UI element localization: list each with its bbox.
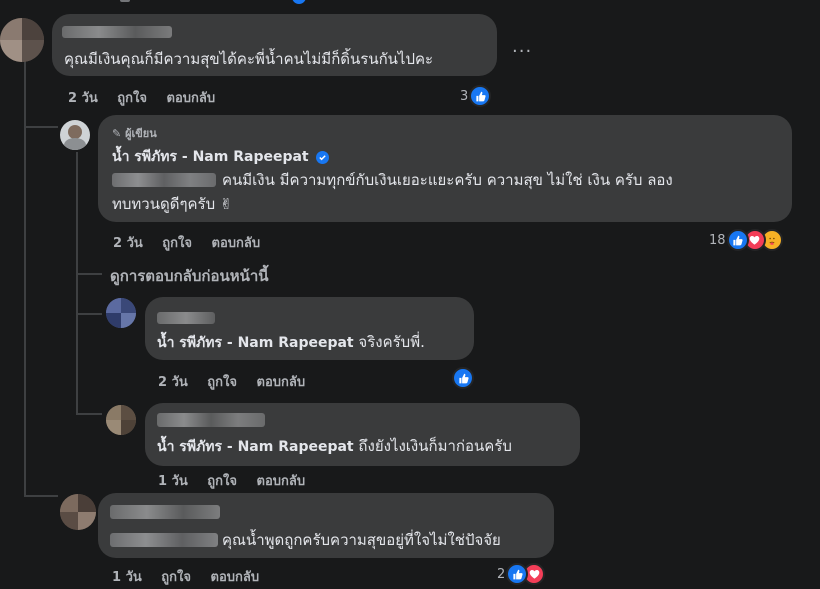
partial-prev-actions — [120, 0, 130, 2]
reply-text: จริงครับพี่. — [358, 333, 425, 351]
thread-branch-comment2 — [24, 495, 58, 497]
reaction-count: 18 — [709, 232, 726, 248]
reply-text-line2: ทบทวนดูดีๆครับ ✌ — [112, 195, 233, 213]
more-options-icon[interactable]: ... — [512, 36, 532, 57]
author-name-row: น้ำ รพีภัทร - Nam Rapeepat — [112, 146, 329, 168]
like-reaction-icon — [469, 85, 492, 107]
like-reaction-icon — [506, 563, 529, 585]
like-button[interactable]: ถูกใจ — [162, 236, 192, 251]
reply-time[interactable]: 2 วัน — [158, 375, 188, 390]
mention-link[interactable]: น้ำ รพีภัทร - Nam Rapeepat — [157, 335, 354, 351]
author-badge: ✎ ผู้เขียน — [112, 124, 157, 142]
avatar[interactable] — [106, 298, 136, 328]
reply-button[interactable]: ตอบกลับ — [211, 570, 260, 585]
pencil-icon: ✎ — [112, 127, 122, 140]
avatar[interactable] — [0, 18, 44, 62]
reply-text-line1: คนมีเงิน มีความทุกข์กับเงินเยอะแยะครับ ค… — [222, 171, 673, 189]
blurred-commenter-name[interactable] — [62, 26, 172, 38]
blurred-commenter-name[interactable] — [110, 505, 220, 519]
like-button[interactable]: ถูกใจ — [117, 91, 147, 106]
like-button[interactable]: ถูกใจ — [161, 570, 191, 585]
avatar[interactable] — [106, 405, 136, 435]
blurred-commenter-name[interactable] — [157, 413, 265, 427]
reply-button[interactable]: ตอบกลับ — [167, 91, 216, 106]
thread-branch-reply3 — [76, 413, 102, 415]
reaction-summary[interactable]: 18 — [709, 229, 783, 251]
reply-actions: 1 วัน ถูกใจ ตอบกลับ — [158, 470, 320, 491]
comment-time[interactable]: 2 วัน — [68, 91, 98, 106]
see-previous-replies-link[interactable]: ดูการตอบกลับก่อนหน้านี้ — [110, 264, 269, 288]
like-reaction-icon — [726, 229, 749, 251]
reply-actions: 2 วัน ถูกใจ ตอบกลับ — [113, 232, 275, 253]
comment-time[interactable]: 1 วัน — [112, 570, 142, 585]
reply-button[interactable]: ตอบกลับ — [212, 236, 261, 251]
like-button[interactable]: ถูกใจ — [207, 375, 237, 390]
thread-branch-reply1 — [24, 126, 58, 128]
mention-link[interactable]: น้ำ รพีภัทร - Nam Rapeepat — [157, 439, 354, 455]
blurred-commenter-name[interactable] — [157, 312, 215, 324]
blurred-mention[interactable] — [110, 533, 218, 547]
reply-text-row: น้ำ รพีภัทร - Nam Rapeepat ถึงยังไงเงินก… — [157, 435, 512, 458]
reaction-count: 2 — [497, 566, 506, 582]
reaction-summary[interactable] — [452, 367, 474, 389]
comment-actions: 1 วัน ถูกใจ ตอบกลับ — [112, 566, 274, 587]
comment-text: คุณน้ำพูดถูกครับความสุขอยู่ที่ใจไม่ใช่ปั… — [222, 531, 501, 549]
reaction-summary[interactable]: 3 — [460, 85, 492, 107]
reaction-count: 3 — [460, 88, 469, 104]
thread-branch-reply2 — [76, 313, 102, 315]
author-name[interactable]: น้ำ รพีภัทร - Nam Rapeepat — [112, 149, 309, 165]
reply-bubble: น้ำ รพีภัทร - Nam Rapeepat ถึงยังไงเงินก… — [145, 403, 580, 466]
reaction-summary[interactable]: 2 — [497, 563, 546, 585]
verified-badge-icon — [315, 151, 329, 164]
reply-text: ถึงยังไงเงินก็มาก่อนครับ — [358, 437, 512, 455]
reply-time[interactable]: 2 วัน — [113, 236, 143, 251]
reply-text-row: น้ำ รพีภัทร - Nam Rapeepat จริงครับพี่. — [157, 331, 425, 354]
reply-bubble: ✎ ผู้เขียน น้ำ รพีภัทร - Nam Rapeepat คน… — [98, 115, 792, 222]
partial-prev-reaction-icon — [292, 0, 306, 4]
avatar[interactable] — [60, 494, 96, 530]
comment-bubble: คุณมีเงินคุณก็มีความสุขได้คะพี่น้ำคนไม่ม… — [52, 14, 497, 76]
author-badge-label: ผู้เขียน — [125, 127, 157, 140]
like-reaction-icon — [452, 367, 474, 389]
comment-actions: 2 วัน ถูกใจ ตอบกลับ — [68, 87, 230, 108]
reply-bubble: น้ำ รพีภัทร - Nam Rapeepat จริงครับพี่. — [145, 297, 474, 360]
see-previous-branch — [76, 273, 102, 275]
reply-button[interactable]: ตอบกลับ — [257, 375, 306, 390]
reply-actions: 2 วัน ถูกใจ ตอบกลับ — [158, 371, 320, 392]
blurred-mention[interactable] — [112, 173, 216, 187]
author-avatar[interactable] — [60, 120, 90, 150]
reply-time[interactable]: 1 วัน — [158, 474, 188, 489]
reply-button[interactable]: ตอบกลับ — [257, 474, 306, 489]
like-button[interactable]: ถูกใจ — [207, 474, 237, 489]
thread-line-sub — [76, 152, 78, 414]
comment-bubble: คุณน้ำพูดถูกครับความสุขอยู่ที่ใจไม่ใช่ปั… — [98, 493, 554, 558]
comment-text: คุณมีเงินคุณก็มีความสุขได้คะพี่น้ำคนไม่ม… — [64, 50, 434, 68]
